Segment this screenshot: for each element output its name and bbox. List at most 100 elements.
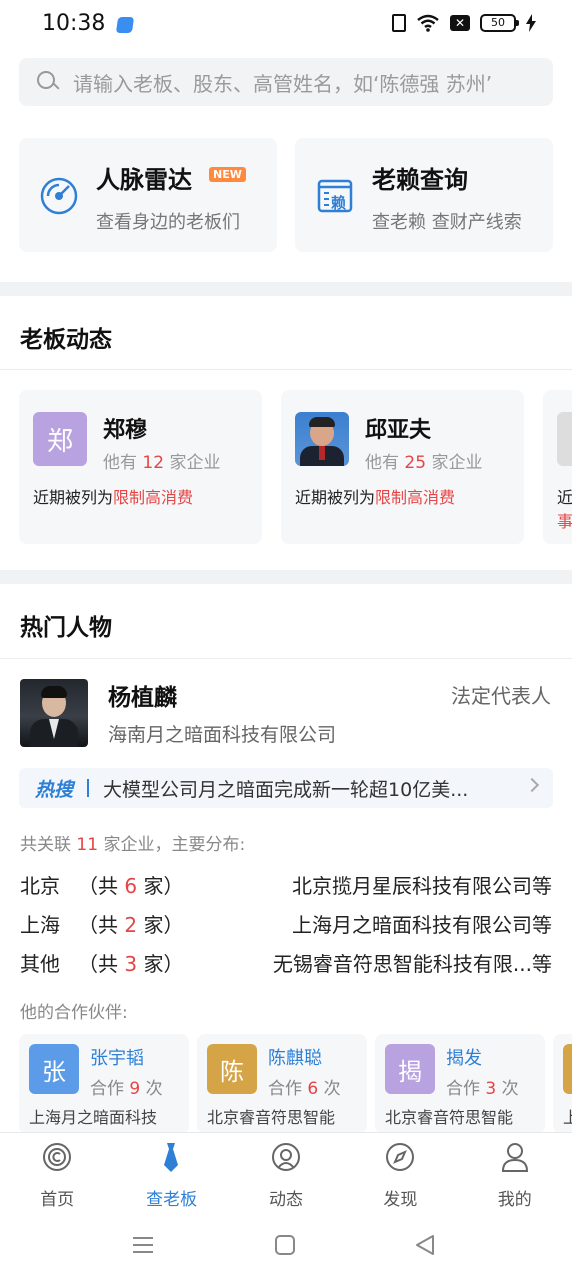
feature-subtitle: 查老赖 查财产线索 [372, 212, 522, 233]
boss-note: 近期被列为限制高消费 [295, 488, 456, 507]
home-icon [43, 1143, 71, 1171]
hot-search-text: 大模型公司月之暗面完成新一轮超10亿美... [103, 778, 469, 801]
search-icon [37, 71, 59, 93]
boss-note: 近期被列为限制高消费 [33, 488, 194, 507]
divider [0, 369, 572, 370]
boss-note-highlight: 事 [557, 512, 572, 531]
section-title-hot-people: 热门人物 [20, 615, 112, 641]
avatar-photo [557, 412, 572, 466]
region-count: （共 6 家） [78, 874, 184, 898]
battery-icon: 50 [480, 14, 519, 32]
partner-company: 北京睿音符思智能 [207, 1108, 336, 1127]
hot-search-bar[interactable]: 热搜 大模型公司月之暗面完成新一轮超10亿美... [19, 768, 553, 808]
partner-card[interactable]: 张 张宇韬 合作 9 次 上海月之暗面科技 [19, 1034, 189, 1134]
boss-card[interactable]: 郑 郑穆 他有 12 家企业 近期被列为限制高消费 [19, 390, 262, 544]
wifi-icon [416, 14, 440, 32]
search-input[interactable]: 请输入老板、股东、高管姓名，如‘陈德强 苏州’ [19, 58, 553, 106]
vibrate-icon [392, 14, 406, 32]
status-icons: ✕ 50 [392, 14, 536, 32]
region-name: 其他 [20, 952, 60, 976]
menu-icon[interactable] [132, 1234, 154, 1256]
separator [87, 779, 90, 797]
nav-item-discover[interactable]: 发现 [343, 1133, 457, 1215]
sim-off-icon: ✕ [450, 15, 470, 31]
search-placeholder: 请输入老板、股东、高管姓名，如‘陈德强 苏州’ [73, 71, 493, 96]
partner-coop-count: 合作 3 次 [446, 1079, 519, 1099]
back-triangle-icon[interactable] [414, 1234, 436, 1256]
radar-icon [40, 177, 78, 215]
feature-subtitle: 查看身边的老板们 [96, 212, 240, 233]
document-lai-icon: 赖 [317, 179, 353, 213]
charging-icon [526, 14, 536, 32]
partner-card[interactable]: 陈 陈麒聪 合作 6 次 北京睿音符思智能 [197, 1034, 367, 1134]
partner-company: 上 [563, 1108, 572, 1127]
region-row[interactable]: 上海 （共 2 家） 上海月之暗面科技有限公司等 [20, 909, 552, 939]
system-nav-bar [0, 1214, 572, 1280]
hot-search-tag: 热搜 [35, 778, 74, 801]
app-notification-icon [115, 17, 135, 33]
region-row[interactable]: 北京 （共 6 家） 北京揽月星辰科技有限公司等 [20, 870, 552, 900]
region-row[interactable]: 其他 （共 3 家） 无锡睿音符思智能科技有限...等 [20, 948, 552, 978]
avatar [563, 1044, 572, 1094]
partner-company: 上海月之暗面科技 [29, 1108, 158, 1127]
avatar: 张 [29, 1044, 79, 1094]
boss-card[interactable]: 邱亚夫 他有 25 家企业 近期被列为限制高消费 [281, 390, 524, 544]
partner-label: 他的合作伙伴: [20, 1003, 128, 1023]
home-square-icon[interactable] [274, 1234, 296, 1256]
boss-card-partial[interactable]: 近 事 [543, 390, 572, 544]
partner-name: 张宇韬 [90, 1048, 144, 1069]
partner-card[interactable]: 揭 揭发 合作 3 次 北京睿音符思智能 [375, 1034, 545, 1134]
avatar-photo [295, 412, 349, 466]
region-company: 上海月之暗面科技有限公司等 [292, 913, 552, 937]
nav-label: 首页 [40, 1190, 75, 1210]
lai-glyph: 赖 [331, 194, 346, 212]
nav-label: 动态 [268, 1190, 303, 1210]
region-name: 北京 [20, 874, 60, 898]
avatar: 陈 [207, 1044, 257, 1094]
status-bar: 10:38 ✕ 50 [0, 0, 572, 50]
nav-label: 我的 [497, 1190, 532, 1210]
related-companies-summary: 共关联 11 家企业，主要分布: [20, 835, 246, 855]
feature-title: 老赖查询 [372, 166, 468, 194]
divider [0, 658, 572, 659]
new-badge: NEW [209, 167, 246, 182]
avatar: 郑 [33, 412, 87, 466]
dynamic-icon [271, 1143, 300, 1171]
person-company[interactable]: 海南月之暗面科技有限公司 [108, 720, 336, 747]
contact-radar-card[interactable]: 人脉雷达 NEW 查看身边的老板们 [19, 138, 277, 252]
chevron-right-icon [524, 777, 540, 793]
boss-name: 郑穆 [103, 418, 148, 443]
partner-name: 陈麒聪 [268, 1048, 322, 1069]
partner-card-partial[interactable]: 上 [553, 1034, 572, 1134]
section-gap [0, 570, 572, 584]
region-company: 北京揽月星辰科技有限公司等 [292, 874, 552, 898]
boss-name: 邱亚夫 [365, 418, 432, 443]
partner-coop-count: 合作 9 次 [90, 1079, 163, 1099]
status-time: 10:38 [42, 11, 106, 36]
region-count: （共 2 家） [78, 913, 184, 937]
avatar: 揭 [385, 1044, 435, 1094]
region-name: 上海 [20, 913, 60, 937]
region-count: （共 3 家） [78, 952, 184, 976]
partner-coop-count: 合作 6 次 [268, 1079, 341, 1099]
boss-company-count: 他有 25 家企业 [365, 453, 483, 473]
person-name[interactable]: 杨植麟 [108, 678, 177, 712]
partner-name: 揭发 [446, 1048, 482, 1069]
section-title-boss-dynamics: 老板动态 [20, 327, 112, 353]
profile-icon [501, 1143, 528, 1172]
boss-company-count: 他有 12 家企业 [103, 453, 221, 473]
nav-label: 发现 [383, 1190, 418, 1210]
compass-icon [386, 1143, 415, 1171]
person-avatar-photo[interactable] [20, 679, 88, 747]
tie-icon [164, 1143, 179, 1172]
nav-label: 查老板 [146, 1190, 198, 1210]
nav-item-boss[interactable]: 查老板 [114, 1133, 228, 1215]
bottom-nav: 首页 查老板 动态 发现 我的 [0, 1132, 572, 1214]
region-company: 无锡睿音符思智能科技有限...等 [272, 952, 552, 976]
nav-item-dynamic[interactable]: 动态 [229, 1133, 343, 1215]
person-role: 法定代表人 [451, 684, 551, 708]
debtor-search-card[interactable]: 赖 老赖查询 查老赖 查财产线索 [295, 138, 553, 252]
nav-item-profile[interactable]: 我的 [458, 1133, 572, 1215]
nav-item-home[interactable]: 首页 [0, 1133, 114, 1215]
section-gap [0, 282, 572, 296]
